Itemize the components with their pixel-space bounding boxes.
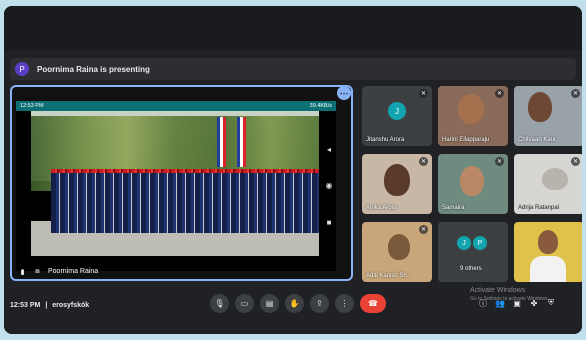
participant-tile[interactable]: ✕ Chitvaan Kaur [514, 86, 582, 146]
back-icon: ◂ [326, 144, 331, 154]
participant-video [542, 168, 568, 190]
clock: 12:53 PM [10, 302, 41, 309]
captions-icon: ▤ [265, 299, 274, 308]
participant-video [458, 94, 484, 124]
more-vert-icon: ⋮ [340, 299, 349, 308]
meeting-info: 12:53 PM | erosyfskók [10, 302, 89, 309]
presentation-tile[interactable]: 12:53 PM 39.4KB/s ◂ ◉ ■ ▮ ⧈ Poornima Rai… [10, 85, 353, 281]
shared-phone-screen: 12:53 PM 39.4KB/s ◂ ◉ ■ [16, 101, 336, 271]
mic-muted-icon: ✕ [495, 157, 504, 166]
mic-muted-icon: ✕ [571, 89, 580, 98]
present-button[interactable]: ⇪ [310, 294, 329, 313]
parade-video [31, 111, 319, 256]
participant-name: Jitanshu Arora [366, 137, 405, 143]
people-icon: 👥 [495, 298, 505, 308]
pin-icon[interactable]: ▮ [18, 267, 27, 276]
separator: | [45, 302, 48, 309]
activities-icon: ✤ [530, 298, 538, 308]
participant-tile[interactable]: J ✕ Jitanshu Arora [362, 86, 432, 146]
marching-troops [51, 173, 319, 233]
more-button[interactable]: ⋮ [335, 294, 354, 313]
info-button[interactable]: ⓘ [478, 298, 488, 308]
meet-window: P Poornima Raina is presenting 12:53 PM … [4, 6, 582, 334]
phone-nav-buttons: ◂ ◉ ■ [323, 131, 335, 241]
participant-name: Aditi Kanish Sh... [366, 273, 412, 279]
participant-name: Samaira [442, 205, 465, 211]
phone-network: 39.4KB/s [309, 103, 332, 109]
watermark-title: Activate Windows [470, 287, 526, 294]
meeting-code: erosyfskók [52, 302, 90, 309]
flag [237, 117, 246, 167]
mic-muted-icon: ✕ [571, 157, 580, 166]
presenting-banner: P Poornima Raina is presenting [10, 58, 576, 80]
phone-time: 12:53 PM [20, 103, 44, 109]
participant-name: Adrija Ratanpal [518, 205, 560, 211]
participant-video [460, 166, 484, 196]
participant-tile[interactable]: ✕ Samaira [438, 154, 508, 214]
presenter-avatar: P [15, 62, 29, 76]
mic-button[interactable]: 🎙 [210, 294, 229, 313]
self-tile[interactable] [514, 222, 582, 282]
info-icon: ⓘ [479, 298, 487, 308]
participant-name: Harini Ellapparaju [442, 137, 490, 143]
avatar: P [473, 236, 487, 250]
camera-button[interactable]: ▭ [235, 294, 254, 313]
present-screen-icon: ⧈ [35, 267, 40, 275]
people-button[interactable]: 👥 [495, 298, 505, 308]
leave-call-button[interactable]: ☎ [360, 294, 386, 313]
mic-muted-icon: ✕ [419, 157, 428, 166]
hand-icon: ✋ [289, 299, 300, 308]
avatar: J [457, 236, 471, 250]
top-bar [4, 6, 582, 50]
participant-video [388, 234, 410, 260]
host-controls-button[interactable]: ⛨ [546, 298, 556, 308]
mic-muted-icon: ✕ [495, 89, 504, 98]
camera-icon: ▭ [240, 299, 249, 308]
raise-hand-button[interactable]: ✋ [285, 294, 304, 313]
presenter-label: ▮ ⧈ Poornima Raina [18, 267, 99, 276]
presenting-text: Poornima Raina is presenting [37, 64, 150, 74]
mic-icon: 🎙 [214, 299, 225, 308]
participant-tile[interactable]: ✕ Harini Ellapparaju [438, 86, 508, 146]
participant-name: Chitvaan Kaur [518, 137, 557, 143]
participant-tile[interactable]: ✕ Aditi Kanish Sh... [362, 222, 432, 282]
mic-muted-icon: ✕ [419, 225, 428, 234]
others-count: 9 others [460, 266, 482, 272]
captions-button[interactable]: ▤ [260, 294, 279, 313]
present-icon: ⇪ [316, 299, 323, 308]
presenter-name: Poornima Raina [48, 268, 99, 275]
others-tile[interactable]: J P 9 others [438, 222, 508, 282]
mic-muted-icon: ✕ [419, 89, 428, 98]
recents-icon: ■ [326, 218, 332, 228]
participant-name: Anika Arora [366, 205, 398, 211]
participant-tile[interactable]: ✕ Anika Arora [362, 154, 432, 214]
chat-icon: ▣ [513, 298, 521, 308]
call-controls: 🎙 ▭ ▤ ✋ ⇪ ⋮ ☎ [210, 294, 392, 313]
phone-status-bar: 12:53 PM 39.4KB/s [16, 101, 336, 111]
chat-button[interactable]: ▣ [512, 298, 522, 308]
participant-tile[interactable]: ✕ Adrija Ratanpal [514, 154, 582, 214]
participants-grid: J ✕ Jitanshu Arora ✕ Harini Ellapparaju … [362, 86, 582, 284]
avatar: J [388, 102, 406, 120]
side-panel-buttons: ⓘ 👥 ▣ ✤ ⛨ [478, 298, 563, 308]
phone-hangup-icon: ☎ [368, 299, 378, 308]
flag [217, 117, 226, 167]
shield-icon: ⛨ [548, 298, 554, 307]
more-options-icon[interactable]: ⋯ [337, 86, 351, 100]
participant-video [528, 92, 552, 122]
home-icon: ◉ [325, 181, 333, 191]
participant-video [538, 230, 558, 254]
participant-video [384, 164, 410, 196]
participant-video [530, 256, 566, 282]
activities-button[interactable]: ✤ [529, 298, 539, 308]
